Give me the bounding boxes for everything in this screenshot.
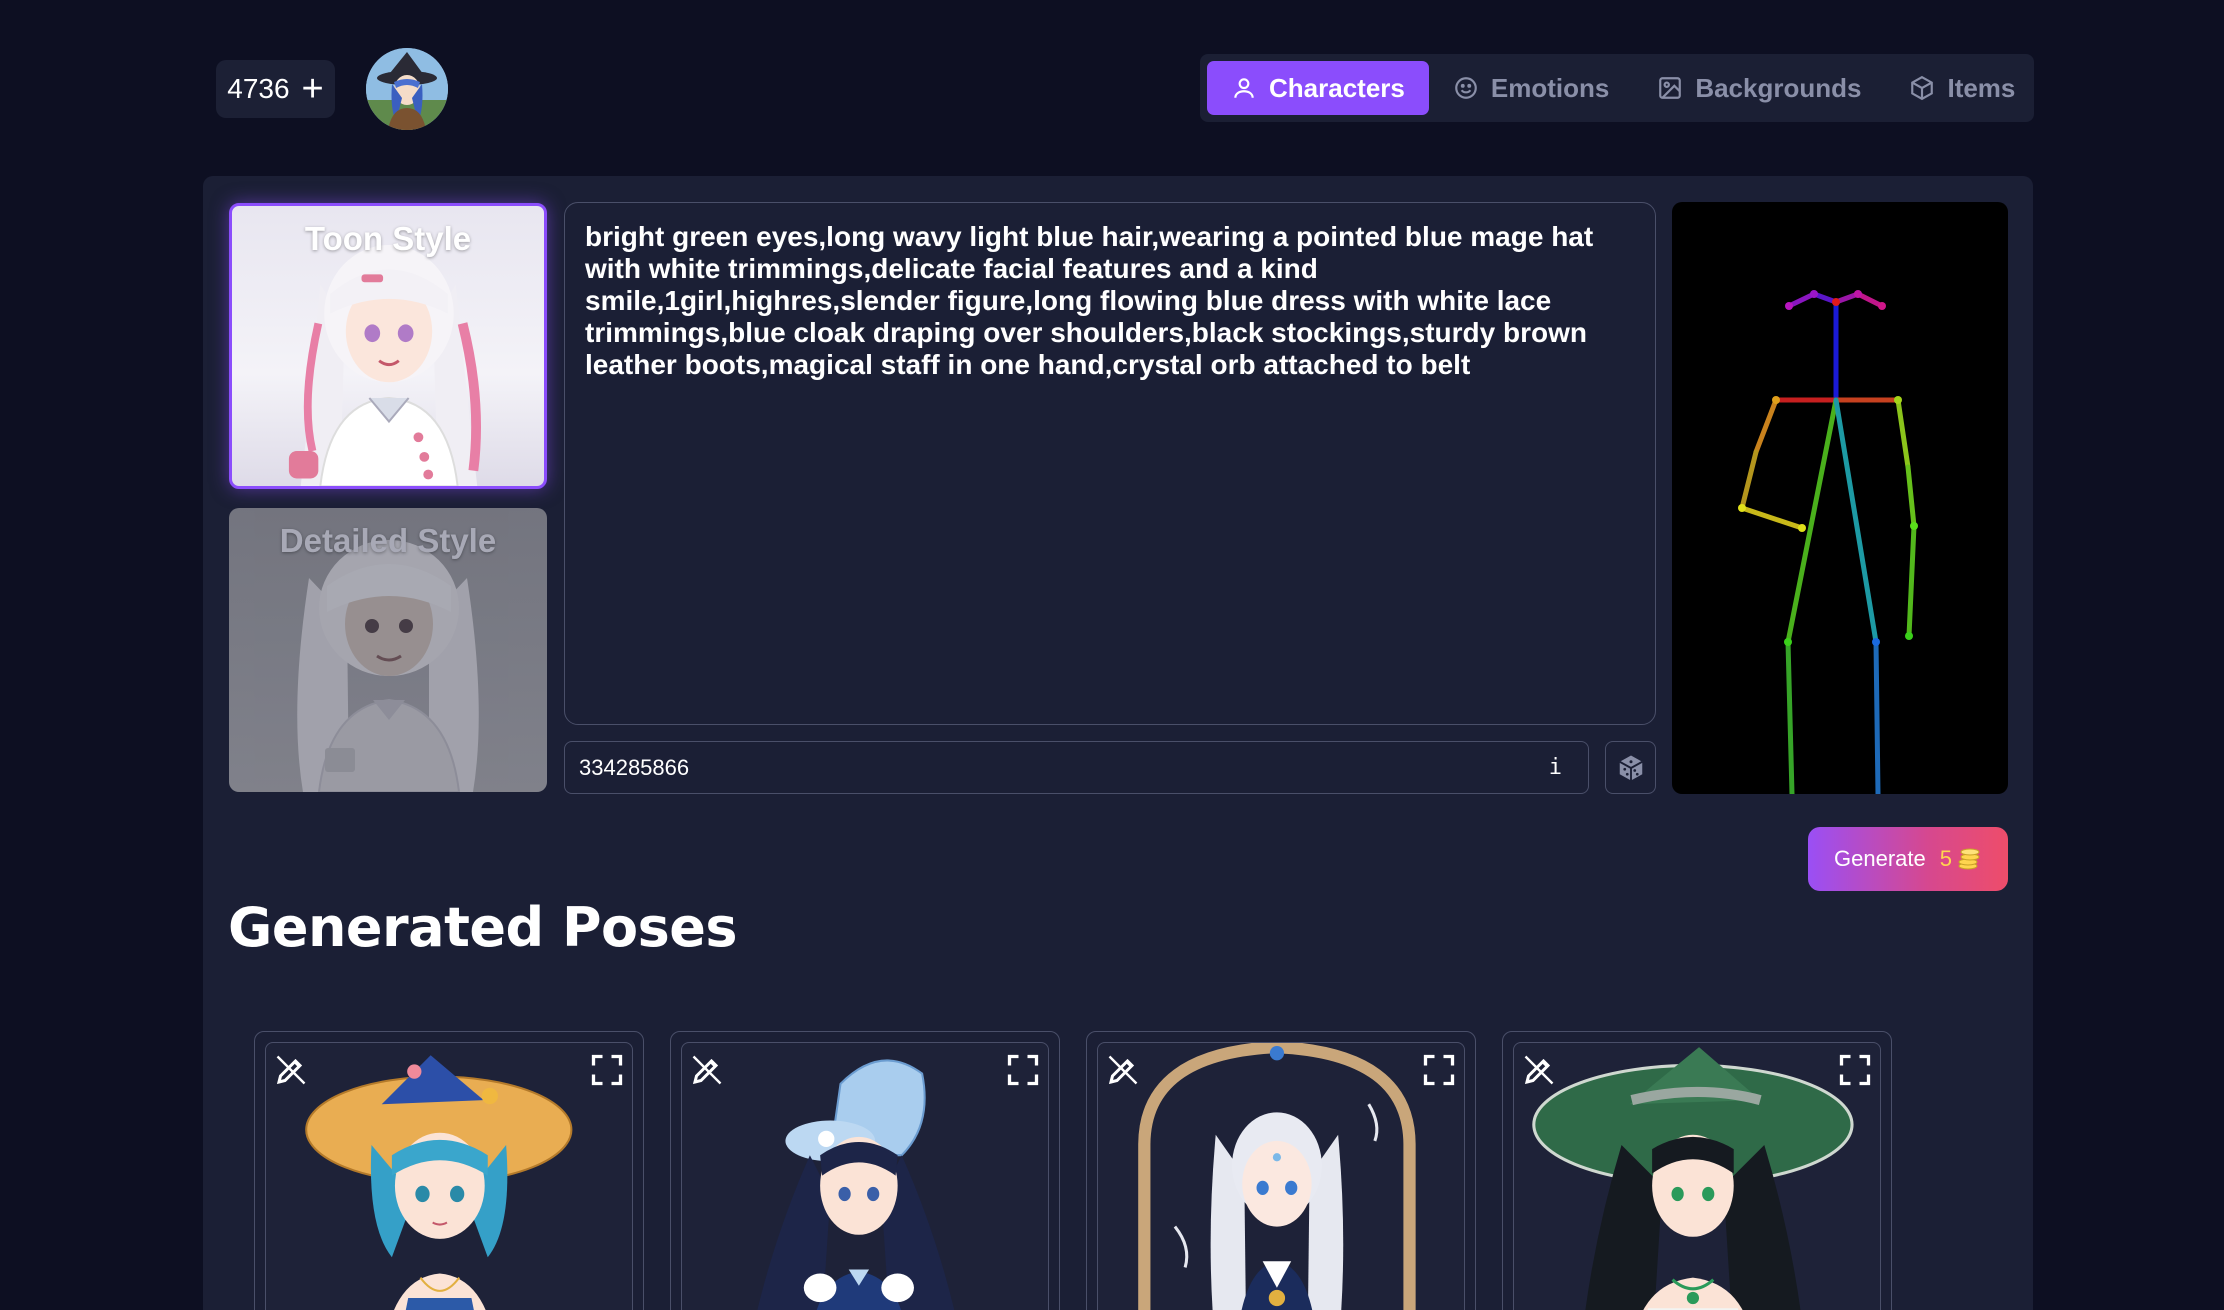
cost-value: 5 xyxy=(1939,846,1952,871)
style-label: Toon Style xyxy=(304,220,472,257)
edit-icon[interactable] xyxy=(689,1052,725,1088)
smile-icon xyxy=(1455,77,1477,99)
tab-backgrounds[interactable]: Backgrounds xyxy=(1633,61,1885,115)
edit-icon[interactable] xyxy=(1521,1052,1557,1088)
edit-icon[interactable] xyxy=(1105,1052,1141,1088)
style-option-detailed[interactable]: Detailed Style xyxy=(229,508,547,792)
edit-icon[interactable] xyxy=(273,1052,309,1088)
openpose-skeleton xyxy=(1738,290,1918,794)
category-nav: Characters Emotions Backgrounds Items xyxy=(1200,54,2034,122)
image-icon xyxy=(1659,77,1682,99)
pose-thumbnail xyxy=(757,1059,955,1310)
credits-counter[interactable]: 4736 + xyxy=(216,60,335,118)
info-icon[interactable]: i xyxy=(1549,755,1574,780)
tab-label: Characters xyxy=(1269,72,1405,103)
expand-icon[interactable] xyxy=(589,1052,625,1088)
generate-cost: 5 xyxy=(1940,846,1982,872)
generate-label: Generate xyxy=(1834,846,1926,871)
credits-value: 4736 xyxy=(227,73,290,104)
tab-items[interactable]: Items xyxy=(1885,61,2039,115)
pose-thumbnail xyxy=(1138,1043,1416,1310)
expand-icon[interactable] xyxy=(1837,1052,1873,1088)
pose-skeleton-preview[interactable] xyxy=(1672,202,2008,794)
tab-label: Emotions xyxy=(1490,72,1610,103)
tab-label: Items xyxy=(1947,72,2016,103)
box-icon xyxy=(1911,75,1934,101)
prompt-textarea[interactable]: bright green eyes,long wavy light blue h… xyxy=(564,202,1656,725)
pose-card[interactable] xyxy=(254,1031,644,1310)
pose-card[interactable] xyxy=(1502,1031,1892,1310)
tab-emotions[interactable]: Emotions xyxy=(1429,61,1633,115)
randomize-seed-button[interactable] xyxy=(1605,741,1656,794)
add-credits-icon[interactable]: + xyxy=(302,70,324,108)
style-option-toon[interactable]: Toon Style xyxy=(229,203,547,489)
coins-icon xyxy=(1958,848,1980,870)
pose-card[interactable] xyxy=(1086,1031,1476,1310)
expand-icon[interactable] xyxy=(1005,1052,1041,1088)
user-icon xyxy=(1234,78,1254,98)
expand-icon[interactable] xyxy=(1421,1052,1457,1088)
pose-thumbnail xyxy=(1532,1047,1854,1310)
tab-label: Backgrounds xyxy=(1695,72,1862,103)
tab-characters[interactable]: Characters xyxy=(1207,61,1429,115)
avatar[interactable] xyxy=(366,48,448,130)
seed-input[interactable]: 334285866 i xyxy=(564,741,1589,794)
generate-button[interactable]: Generate 5 xyxy=(1808,827,2008,891)
seed-value: 334285866 xyxy=(579,754,690,780)
style-label: Detailed Style xyxy=(279,522,497,559)
pose-thumbnail xyxy=(305,1055,573,1310)
dice-icon xyxy=(1618,755,1643,780)
pose-card[interactable] xyxy=(670,1031,1060,1310)
generated-poses-heading: Generated Poses xyxy=(228,896,738,959)
